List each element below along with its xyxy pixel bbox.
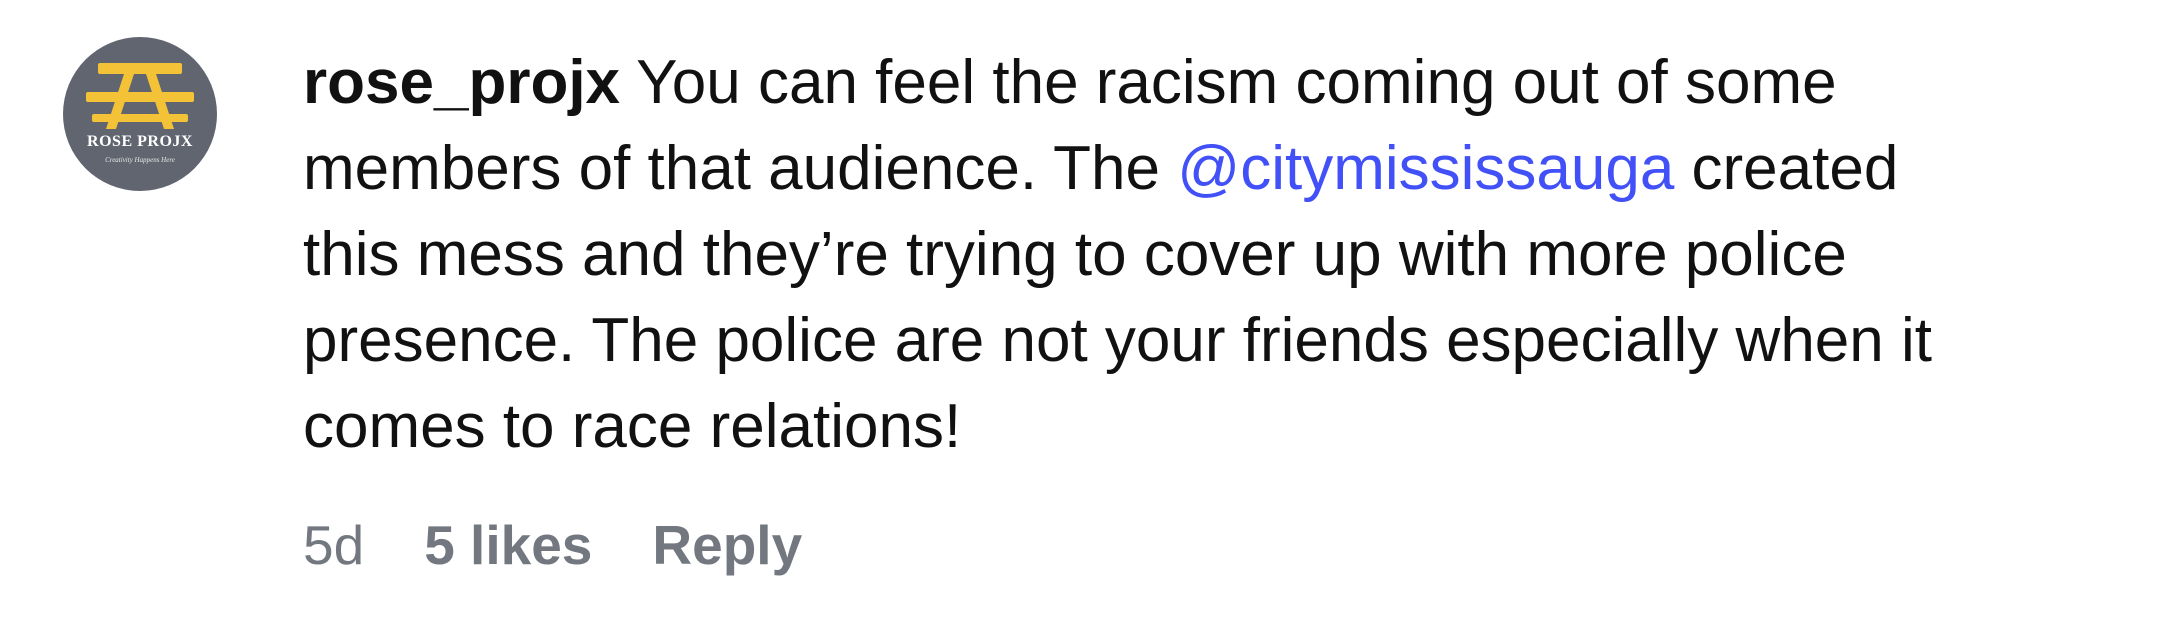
comment-text: presence. The police are not your friend…	[303, 306, 1932, 375]
avatar-tagline: Creativity Happens Here	[105, 156, 175, 164]
reply-button[interactable]: Reply	[652, 505, 802, 585]
likes-button[interactable]: 5 likes	[424, 505, 592, 585]
comment-text: members of that audience. The	[303, 134, 1178, 203]
comment-line: comes to race relations!	[303, 384, 2163, 470]
comment-body: rose_projx You can feel the racism comin…	[303, 40, 2163, 470]
comment-meta: 5d 5 likes Reply	[303, 505, 802, 585]
comment-text: You can feel the racism coming out of so…	[636, 48, 1837, 117]
comment-text: this mess and they’re trying to cover up…	[303, 220, 1847, 289]
comment: ROSE PROJX Creativity Happens Here rose_…	[0, 0, 2164, 642]
comment-line: members of that audience. The @citymissi…	[303, 126, 2163, 212]
username-link[interactable]: rose_projx	[303, 48, 620, 117]
comment-age: 5d	[303, 514, 365, 576]
avatar[interactable]: ROSE PROJX Creativity Happens Here	[63, 37, 217, 191]
avatar-brand-name: ROSE PROJX	[87, 133, 193, 150]
comment-line: this mess and they’re trying to cover up…	[303, 212, 2163, 298]
picnic-table-logo-icon	[86, 63, 194, 129]
comment-line: rose_projx You can feel the racism comin…	[303, 40, 2163, 126]
comment-text: created	[1674, 134, 1899, 203]
comment-line: presence. The police are not your friend…	[303, 298, 2163, 384]
mention-link[interactable]: @citymississauga	[1177, 134, 1674, 203]
comment-text: comes to race relations!	[303, 392, 962, 461]
